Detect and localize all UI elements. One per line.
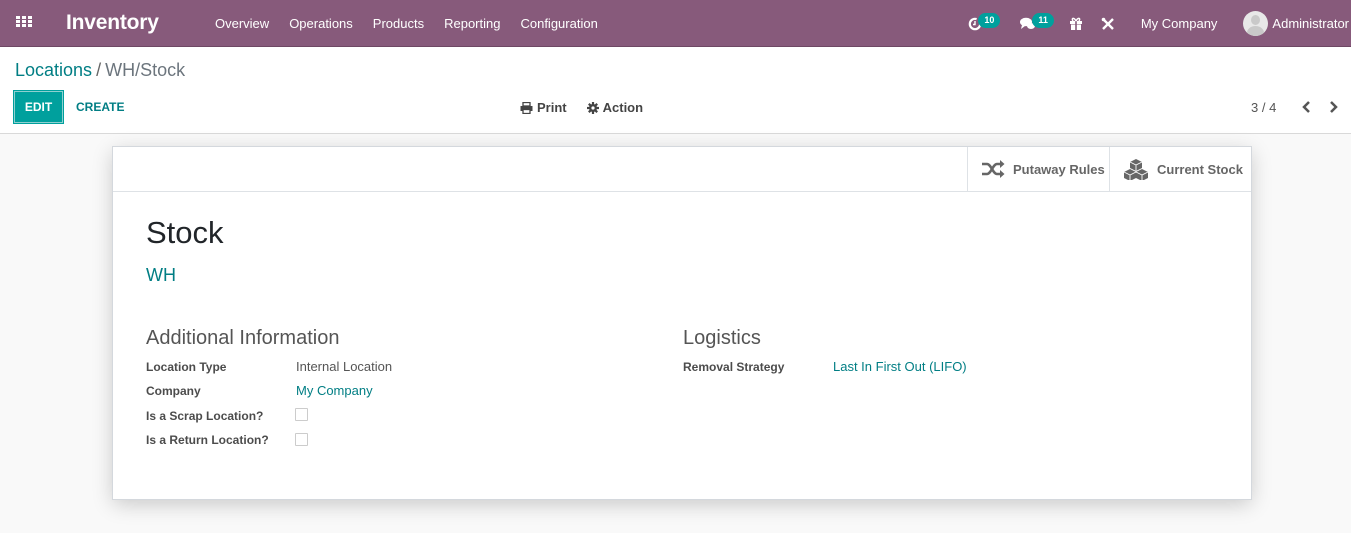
control-panel: Locations / WH/Stock EDIT CREATE Print Act… bbox=[0, 47, 1351, 134]
scrap-location-checkbox[interactable] bbox=[295, 408, 308, 421]
pager-value[interactable]: 3 / 4 bbox=[1251, 100, 1276, 115]
chevron-right-icon bbox=[1330, 101, 1338, 113]
current-stock-button[interactable]: Current Stock bbox=[1109, 147, 1252, 191]
app-name[interactable]: Inventory bbox=[66, 11, 159, 35]
sidebar-actions: Print Action bbox=[520, 100, 663, 115]
scrap-location-label: Is a Scrap Location? bbox=[146, 409, 264, 423]
pager-next-button[interactable] bbox=[1329, 100, 1339, 117]
company-link[interactable]: My Company bbox=[296, 383, 373, 398]
menu-reporting[interactable]: Reporting bbox=[434, 0, 510, 47]
user-avatar[interactable] bbox=[1243, 11, 1269, 36]
gift-icon bbox=[1069, 17, 1083, 30]
messages-menu[interactable]: 11 bbox=[1020, 12, 1054, 31]
location-type-value: Internal Location bbox=[296, 359, 393, 374]
menu-configuration[interactable]: Configuration bbox=[510, 0, 607, 47]
menu-products[interactable]: Products bbox=[363, 0, 434, 47]
print-icon bbox=[520, 101, 533, 114]
activity-count-badge: 10 bbox=[978, 12, 1001, 28]
systray: 10 11 My Company Administrator bbox=[968, 0, 1351, 47]
activity-menu[interactable]: 10 bbox=[968, 12, 1001, 31]
removal-strategy-link[interactable]: Last In First Out (LIFO) bbox=[833, 359, 967, 374]
create-button[interactable]: CREATE bbox=[76, 100, 124, 114]
form-sheet: Putaway Rules Current Stock Stock WH Add… bbox=[112, 146, 1252, 500]
breadcrumb-separator: / bbox=[96, 60, 102, 80]
pager-previous-button[interactable] bbox=[1301, 100, 1311, 117]
putaway-rules-button[interactable]: Putaway Rules bbox=[967, 147, 1110, 191]
apps-menu-icon[interactable] bbox=[16, 16, 32, 28]
top-navbar: Inventory Overview Operations Products R… bbox=[0, 0, 1351, 47]
debug-tools-button[interactable] bbox=[1101, 17, 1115, 31]
breadcrumb-current: WH/Stock bbox=[105, 60, 186, 80]
smart-button-box: Putaway Rules Current Stock bbox=[113, 147, 1251, 192]
print-label: Print bbox=[537, 100, 567, 115]
breadcrumb-locations[interactable]: Locations bbox=[15, 60, 92, 80]
gift-button[interactable] bbox=[1069, 17, 1083, 30]
location-type-label: Location Type bbox=[146, 360, 227, 374]
edit-button[interactable]: EDIT bbox=[13, 90, 64, 124]
menu-overview[interactable]: Overview bbox=[205, 0, 279, 47]
putaway-rules-label: Putaway Rules bbox=[1013, 161, 1105, 177]
return-location-checkbox[interactable] bbox=[295, 433, 308, 446]
user-menu[interactable]: Administrator bbox=[1272, 16, 1349, 31]
breadcrumb: Locations / WH/Stock bbox=[15, 60, 185, 81]
main-menu: Overview Operations Products Reporting C… bbox=[205, 0, 608, 47]
record-title: Stock bbox=[146, 215, 224, 250]
gear-icon bbox=[586, 101, 599, 114]
menu-operations[interactable]: Operations bbox=[279, 0, 363, 47]
company-switcher[interactable]: My Company bbox=[1141, 16, 1218, 31]
action-dropdown[interactable]: Action bbox=[586, 100, 644, 115]
action-label: Action bbox=[602, 100, 644, 115]
print-dropdown[interactable]: Print bbox=[520, 100, 567, 115]
tools-icon bbox=[1101, 17, 1115, 31]
cubes-icon bbox=[1123, 159, 1149, 180]
current-stock-label: Current Stock bbox=[1157, 161, 1243, 177]
additional-info-title: Additional Information bbox=[146, 327, 340, 349]
messages-count-badge: 11 bbox=[1032, 12, 1054, 28]
chevron-left-icon bbox=[1302, 101, 1310, 113]
shuffle-icon bbox=[982, 160, 1005, 178]
logistics-title: Logistics bbox=[683, 327, 761, 349]
return-location-label: Is a Return Location? bbox=[146, 433, 269, 447]
removal-strategy-label: Removal Strategy bbox=[683, 360, 785, 374]
parent-location-link[interactable]: WH bbox=[146, 265, 176, 286]
company-label: Company bbox=[146, 384, 201, 398]
